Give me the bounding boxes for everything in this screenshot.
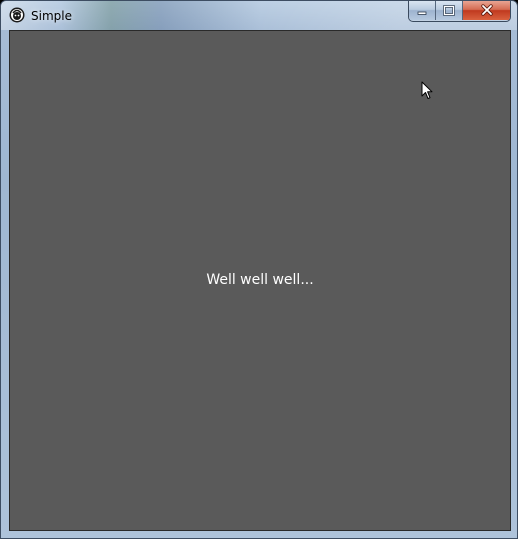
- close-button[interactable]: [463, 1, 510, 20]
- close-icon: [480, 1, 494, 20]
- arrow-cursor-icon: [421, 81, 433, 100]
- minimize-icon: [416, 1, 428, 20]
- message-text: Well well well...: [206, 272, 314, 288]
- maximize-icon: [443, 1, 455, 20]
- title-bar[interactable]: Simple: [1, 1, 517, 30]
- minimize-button[interactable]: [409, 1, 436, 20]
- maximize-button[interactable]: [436, 1, 463, 20]
- window-controls: [408, 1, 511, 22]
- app-logo-icon[interactable]: [9, 7, 25, 23]
- window-title: Simple: [31, 9, 72, 23]
- client-area[interactable]: Well well well...: [9, 30, 511, 531]
- app-window: Simple Well well well...: [0, 0, 518, 539]
